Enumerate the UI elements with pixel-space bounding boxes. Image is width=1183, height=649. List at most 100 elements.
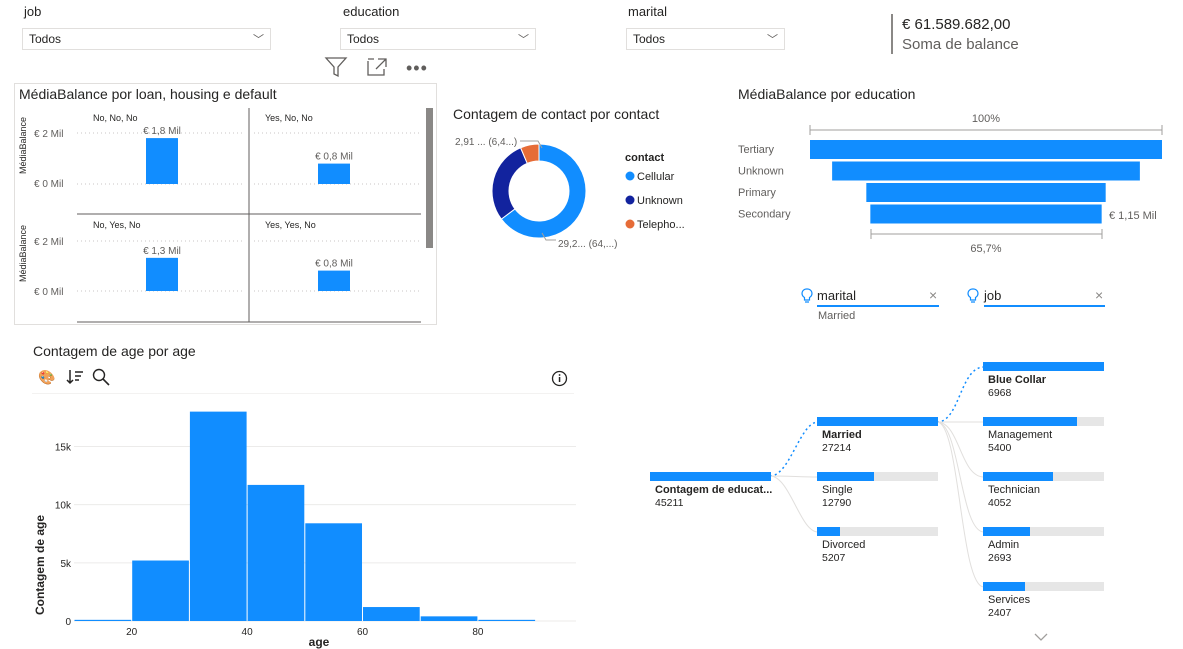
legend-marker — [625, 219, 635, 229]
decomp-node[interactable] — [817, 417, 938, 426]
node-value: 5400 — [988, 442, 1012, 454]
y-axis-label: MédiaBalance — [18, 117, 28, 174]
legend-item: Telepho... — [637, 219, 685, 231]
zoom-icon[interactable] — [92, 368, 112, 391]
dropdown-value: Todos — [29, 32, 62, 46]
y-tick: € 2 Mil — [34, 129, 63, 140]
funnel-category: Secondary — [738, 209, 791, 221]
node-value: 12790 — [822, 497, 852, 509]
funnel-bar — [870, 204, 1102, 224]
histogram-bar — [74, 619, 132, 621]
node-value: 6968 — [988, 387, 1012, 399]
sm-bar — [318, 270, 350, 291]
sort-icon[interactable] — [66, 368, 84, 391]
donut-chart: 2,91 ... (6,4...) 29,2... (64,...) conta… — [455, 137, 685, 250]
legend-marker — [625, 171, 635, 181]
sm-bar-label: € 1,3 Mil — [143, 246, 181, 257]
scrollbar[interactable] — [426, 108, 433, 248]
node-bar — [983, 527, 1031, 536]
decomp-node[interactable] — [817, 527, 938, 536]
node-value: 27214 — [822, 442, 852, 454]
y-tick: 5k — [60, 559, 72, 570]
funnel-category: Unknown — [738, 166, 784, 178]
funnel-category: Primary — [738, 187, 776, 199]
sm-bar — [146, 257, 178, 291]
decomp-node[interactable] — [983, 472, 1104, 481]
node-bar — [983, 362, 1104, 371]
education-dropdown[interactable]: Todos ﹀ — [340, 28, 536, 50]
funnel-chart: 100% Tertiary Unknown Primary Secondary € 1… — [738, 113, 1163, 255]
node-label: Services — [988, 594, 1031, 606]
card-label: Soma de balance — [902, 36, 1019, 53]
decomp-root-node[interactable] — [650, 472, 771, 481]
donut-label-small: 2,91 ... (6,4...) — [455, 137, 517, 148]
histogram-bar — [363, 607, 420, 621]
node-label: Married — [822, 429, 862, 441]
card-value: € 61.589.682,00 — [902, 16, 1011, 33]
decomp-level-value: Married — [818, 310, 856, 322]
donut-slice — [491, 147, 528, 220]
remove-level-icon[interactable]: × — [1095, 287, 1103, 303]
y-tick: 15k — [55, 443, 72, 454]
gridlines — [77, 132, 419, 292]
x-tick: 40 — [242, 627, 254, 638]
node-bar — [817, 527, 840, 536]
card-accent-line — [891, 14, 893, 54]
slicer-job: job — [24, 4, 41, 19]
sm-bar-label: € 0,8 Mil — [315, 259, 353, 270]
histogram-bar — [189, 411, 247, 621]
legend-marker — [625, 195, 635, 205]
histogram-bar — [305, 523, 363, 621]
focus-mode-icon[interactable] — [366, 57, 388, 82]
node-label: Technician — [988, 484, 1040, 496]
histogram-bar — [478, 619, 536, 621]
decomp-node[interactable] — [983, 582, 1104, 591]
node-label: Admin — [988, 539, 1020, 551]
panel-title: No, No, No — [93, 113, 138, 123]
info-icon[interactable] — [551, 370, 568, 392]
y-tick: 10k — [55, 501, 72, 512]
panel-title: Yes, Yes, No — [265, 220, 316, 230]
node-bar — [983, 417, 1077, 426]
node-value: 4052 — [988, 497, 1012, 509]
node-value: 5207 — [822, 552, 846, 564]
decomp-node[interactable] — [983, 362, 1104, 371]
node-bar — [983, 582, 1025, 591]
remove-level-icon[interactable]: × — [929, 287, 937, 303]
node-label: Management — [988, 429, 1053, 441]
funnel-value-label: € 1,15 Mil — [1109, 210, 1157, 222]
job-dropdown[interactable]: Todos ﹀ — [22, 28, 271, 50]
decomp-level-label: marital — [817, 288, 857, 303]
node-value: 2693 — [988, 552, 1012, 564]
histogram-chart: 20 40 60 80 0 5k 10k 15k age Contagem de age — [33, 411, 576, 649]
decomp-node[interactable] — [983, 417, 1104, 426]
sm-bar-label: € 0,8 Mil — [315, 152, 353, 163]
slicer-label: education — [343, 4, 400, 19]
expand-chevron-icon — [1034, 633, 1048, 641]
more-options-icon[interactable]: ••• — [406, 58, 428, 79]
legend-item: Cellular — [637, 171, 675, 183]
funnel-top-pct: 100% — [972, 113, 1000, 125]
format-icon[interactable]: 🎨 — [38, 369, 55, 386]
y-tick: 0 — [65, 617, 71, 628]
decomp-node[interactable] — [817, 472, 938, 481]
panel-title: Yes, No, No — [265, 113, 313, 123]
y-axis-label: MédiaBalance — [18, 225, 28, 282]
funnel-bar — [832, 161, 1140, 181]
decomp-node[interactable] — [983, 527, 1104, 536]
dropdown-value: Todos — [347, 32, 380, 46]
marital-dropdown[interactable]: Todos ﹀ — [626, 28, 785, 50]
histogram-bar — [247, 484, 305, 621]
small-multiples-title: MédiaBalance por loan, housing e default — [19, 86, 277, 102]
funnel-bar — [866, 183, 1106, 202]
node-bar — [650, 472, 771, 481]
funnel-category: Tertiary — [738, 144, 775, 156]
node-bar — [817, 472, 874, 481]
funnel-bottom-pct: 65,7% — [970, 243, 1001, 255]
chevron-down-icon: ﹀ — [518, 34, 529, 46]
bulb-icon — [967, 288, 979, 309]
dropdown-value: Todos — [633, 32, 666, 46]
filter-icon[interactable] — [324, 56, 348, 83]
y-tick: € 0 Mil — [34, 179, 63, 190]
sm-bar-label: € 1,8 Mil — [143, 126, 181, 137]
